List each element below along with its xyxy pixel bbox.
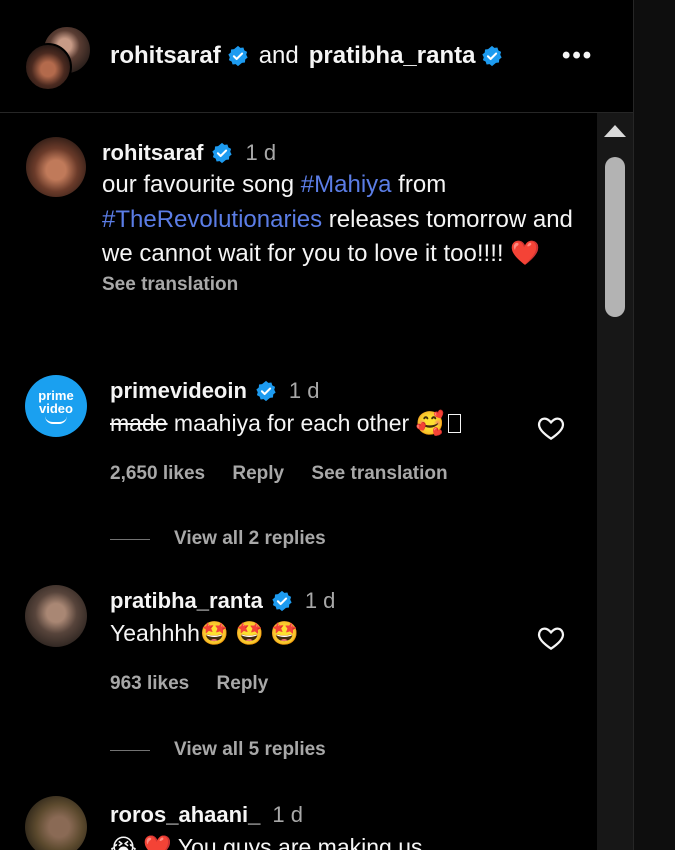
caption-avatar[interactable]	[26, 137, 86, 197]
divider-line	[110, 538, 150, 540]
comment-text: 😭 ❤️ You guys are making us	[110, 834, 423, 850]
comment-body: primevideoin 1 d made maahiya for each o…	[110, 378, 530, 485]
likes-count[interactable]: 2,650 likes	[110, 463, 205, 484]
comment-username[interactable]: pratibha_ranta	[110, 588, 263, 614]
avatar-primevideo[interactable]: prime video	[25, 375, 87, 437]
verified-icon	[272, 590, 292, 612]
collab-avatars[interactable]	[24, 25, 92, 91]
header-and: and	[258, 42, 299, 69]
caption-time: 1 d	[245, 140, 277, 165]
caption-text-part: from	[391, 171, 447, 198]
caption-text: our favourite song #Mahiya from #TheRevo…	[102, 168, 582, 272]
hashtag-mahiya[interactable]: #Mahiya	[301, 171, 392, 198]
comment-text: made maahiya for each other 🥰	[110, 410, 530, 437]
comment-text: Yeahhhh🤩 🤩 🤩	[110, 620, 299, 646]
comment-actions: 963 likes Reply	[110, 673, 530, 695]
caption-username[interactable]: rohitsaraf	[102, 140, 203, 166]
avatar-text: prime	[38, 387, 74, 403]
verified-icon	[212, 142, 233, 164]
comment-name-line: primevideoin 1 d	[110, 378, 530, 404]
scrollbar[interactable]	[597, 113, 633, 850]
comment-username[interactable]: roros_ahaani_	[110, 802, 260, 828]
comment-time: 1 d	[272, 802, 303, 827]
post-header: rohitsaraf and pratibha_ranta •••	[0, 0, 633, 113]
prime-smile-icon	[45, 416, 67, 424]
heart-outline-icon[interactable]	[536, 413, 566, 443]
background-strip	[633, 0, 675, 850]
more-options-icon[interactable]: •••	[562, 42, 593, 70]
caption-name-line: rohitsaraf 1 d	[102, 140, 582, 166]
verified-icon	[256, 380, 276, 402]
header-title: rohitsaraf and pratibha_ranta	[110, 42, 503, 70]
view-replies-button[interactable]: View all 2 replies	[110, 528, 326, 550]
heart-emoji: ❤️	[510, 240, 541, 267]
reply-button[interactable]: Reply	[232, 463, 284, 484]
reply-button[interactable]: Reply	[217, 673, 269, 694]
comment-text-part: maahiya for each other 🥰	[167, 410, 445, 436]
post-caption: rohitsaraf 1 d our favourite song #Mahiy…	[102, 140, 582, 296]
post-comments-panel: rohitsaraf and pratibha_ranta ••• rohits…	[0, 0, 633, 850]
comment-time: 1 d	[304, 588, 336, 613]
avatar-rohit	[24, 43, 72, 91]
comment-name-line: pratibha_ranta 1 d	[110, 588, 530, 614]
hashtag-revolutionaries[interactable]: #TheRevolutionaries	[102, 206, 322, 233]
avatar-text: video	[39, 400, 73, 416]
scroll-thumb[interactable]	[605, 157, 625, 317]
comment-time: 1 d	[288, 378, 320, 403]
comment-pratibha: pratibha_ranta 1 d Yeahhhh🤩 🤩 🤩 963 like…	[0, 582, 597, 772]
header-user2[interactable]: pratibha_ranta	[309, 42, 476, 70]
comment-body: pratibha_ranta 1 d Yeahhhh🤩 🤩 🤩 963 like…	[110, 588, 530, 695]
comment-roros: roros_ahaani_ 1 d 😭 ❤️ You guys are maki…	[0, 796, 597, 850]
verified-icon	[228, 45, 248, 67]
see-translation-button[interactable]: See translation	[311, 463, 447, 484]
view-replies-button[interactable]: View all 5 replies	[110, 739, 326, 761]
likes-count[interactable]: 963 likes	[110, 673, 189, 694]
comment-body: roros_ahaani_ 1 d 😭 ❤️ You guys are maki…	[110, 802, 530, 850]
view-replies-label: View all 5 replies	[174, 739, 326, 760]
verified-icon	[482, 45, 503, 67]
divider-line	[110, 749, 150, 751]
scroll-up-arrow-icon[interactable]	[604, 125, 626, 137]
avatar-roros[interactable]	[25, 796, 87, 850]
comment-username[interactable]: primevideoin	[110, 378, 247, 404]
comment-actions: 2,650 likes Reply See translation	[110, 463, 530, 485]
heart-outline-icon[interactable]	[536, 623, 566, 653]
view-replies-label: View all 2 replies	[174, 528, 326, 549]
header-user1[interactable]: rohitsaraf	[110, 42, 221, 70]
caption-see-translation[interactable]: See translation	[102, 274, 582, 296]
comment-primevideoin: prime video primevideoin 1 d made maahiy…	[0, 370, 597, 560]
missing-glyph-icon	[448, 414, 462, 433]
strike-text: made	[110, 410, 168, 436]
comment-name-line: roros_ahaani_ 1 d	[110, 802, 530, 828]
caption-text-part: our favourite song	[102, 171, 301, 198]
avatar-pratibha[interactable]	[25, 585, 87, 647]
